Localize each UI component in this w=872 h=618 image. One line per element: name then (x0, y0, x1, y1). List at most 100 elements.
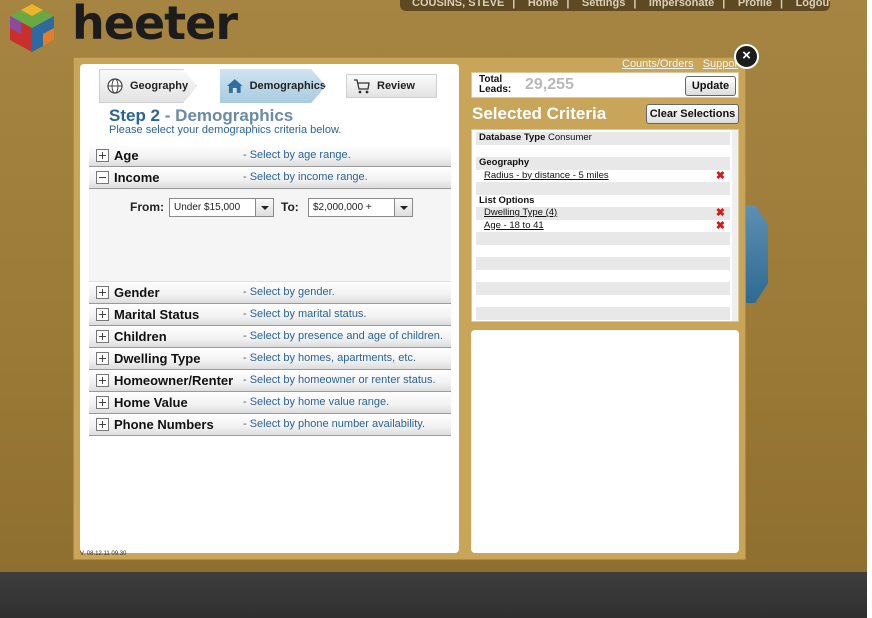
criteria-description: - Select by income range. (243, 171, 368, 183)
nav-separator: | (512, 0, 516, 9)
remove-icon[interactable]: ✖ (716, 207, 725, 219)
nav-user-link[interactable]: COUSINS, STEVE (412, 0, 504, 9)
nav-separator: | (722, 0, 726, 9)
criteria-label: Age (114, 148, 139, 163)
selected-item-geography: Radius - by distance - 5 miles ✖ (476, 169, 730, 182)
selected-criteria-title: Selected Criteria (472, 104, 607, 123)
income-from-value: Under $15,000 (174, 202, 241, 213)
expand-icon[interactable] (96, 308, 109, 321)
nav-separator: | (780, 0, 784, 9)
support-link[interactable]: Suppor (703, 58, 738, 70)
list-options-header-label: List Options (479, 194, 535, 206)
wizard-step-label: Demographics (249, 80, 326, 92)
wizard-step-demographics[interactable]: Demographics (220, 69, 326, 103)
logo-text: heeter (72, 0, 238, 50)
criteria-row-marital-status[interactable]: Marital Status - Select by marital statu… (89, 304, 451, 326)
income-from-select[interactable]: Under $15,000 (169, 198, 274, 217)
criteria-label: Dwelling Type (114, 351, 201, 366)
remove-icon[interactable]: ✖ (716, 170, 725, 182)
selected-item-label[interactable]: Dwelling Type (4) (479, 207, 557, 218)
app-logo[interactable]: heeter (6, 0, 238, 54)
total-leads-count: 29,255 (525, 76, 574, 93)
globe-icon (107, 78, 123, 94)
expand-icon[interactable] (96, 396, 109, 409)
spacer-row (476, 294, 730, 307)
criteria-list: Age - Select by age range. Income - Sele… (89, 145, 451, 436)
collapse-icon[interactable] (96, 171, 109, 184)
criteria-label: Gender (114, 285, 160, 300)
criteria-description: - Select by homes, apartments, etc. (243, 352, 417, 364)
wizard-step-label: Geography (130, 80, 189, 92)
criteria-description: - Select by homeowner or renter status. (243, 374, 436, 386)
criteria-row-homeowner-renter[interactable]: Homeowner/Renter - Select by homeowner o… (89, 370, 451, 392)
criteria-label: Home Value (114, 395, 188, 410)
logo-cube-icon (10, 4, 54, 52)
spacer-row (476, 244, 730, 257)
header-links: Counts/Orders Suppor (622, 58, 738, 70)
cart-icon (354, 79, 370, 94)
criteria-label: Marital Status (114, 307, 200, 322)
spacer-row (476, 257, 730, 270)
top-navigation: COUSINS, STEVE | Home | Settings | Imperson… (400, 0, 830, 11)
selected-item-label[interactable]: Age - 18 to 41 (479, 220, 544, 231)
close-button[interactable]: × (734, 44, 759, 69)
expand-icon[interactable] (96, 330, 109, 343)
criteria-row-dwelling-type[interactable]: Dwelling Type - Select by homes, apartme… (89, 348, 451, 370)
update-button[interactable]: Update (685, 76, 736, 96)
list-options-header: List Options (476, 194, 730, 207)
version-label: V. 08.12.11 09.30 (80, 551, 127, 557)
income-to-value: $2,000,000 + (313, 202, 372, 213)
criteria-row-age[interactable]: Age - Select by age range. (89, 145, 451, 167)
criteria-row-phone-numbers[interactable]: Phone Numbers - Select by phone number a… (89, 414, 451, 436)
criteria-row-income[interactable]: Income - Select by income range. (89, 167, 451, 189)
chevron-down-icon[interactable] (255, 199, 273, 216)
criteria-description: - Select by marital status. (243, 308, 367, 320)
total-leads-label-line2: Leads: (479, 84, 512, 95)
criteria-label: Phone Numbers (114, 417, 214, 432)
criteria-row-gender[interactable]: Gender - Select by gender. (89, 282, 451, 304)
criteria-description: - Select by presence and age of children… (243, 330, 443, 342)
scrollbar[interactable] (732, 130, 738, 321)
spacer-row (476, 182, 730, 195)
nav-home-link[interactable]: Home (528, 0, 559, 9)
step-separator: - (164, 106, 171, 125)
criteria-label: Homeowner/Renter (114, 373, 234, 388)
counts-orders-link[interactable]: Counts/Orders (622, 58, 694, 70)
expand-icon[interactable] (96, 286, 109, 299)
step-number: Step 2 (109, 106, 161, 125)
close-icon: × (742, 47, 751, 64)
income-to-label: To: (281, 200, 299, 214)
nav-settings-link[interactable]: Settings (582, 0, 625, 9)
geography-header-label: Geography (479, 157, 530, 168)
selected-item-dwelling-type: Dwelling Type (4) ✖ (476, 207, 730, 220)
criteria-label: Income (114, 170, 160, 185)
criteria-label: Children (114, 329, 167, 344)
selected-criteria-panel: Database Type Consumer Geography Radius … (471, 129, 739, 322)
database-type-value: Consumer (548, 132, 592, 143)
nav-logout-link[interactable]: Logout (796, 0, 830, 9)
expand-icon[interactable] (96, 374, 109, 387)
wizard-step-review[interactable]: Review (346, 74, 437, 98)
spacer-row (476, 269, 730, 282)
criteria-row-home-value[interactable]: Home Value - Select by home value range. (89, 392, 451, 414)
criteria-description: - Select by gender. (243, 286, 335, 298)
step-name: Demographics (175, 106, 294, 125)
footer-bar (0, 572, 867, 618)
database-type-label: Database Type (479, 132, 546, 143)
selected-item-age: Age - 18 to 41 ✖ (476, 219, 730, 232)
wizard-step-label: Review (377, 80, 415, 92)
nav-impersonate-link[interactable]: Impersonate (649, 0, 714, 9)
wizard-step-geography[interactable]: Geography (99, 69, 197, 103)
remove-icon[interactable]: ✖ (716, 220, 725, 232)
selected-item-label[interactable]: Radius - by distance - 5 miles (479, 170, 609, 181)
database-type-row: Database Type Consumer (476, 132, 730, 145)
criteria-row-children[interactable]: Children - Select by presence and age of… (89, 326, 451, 348)
nav-profile-link[interactable]: Profile (738, 0, 772, 9)
expand-icon[interactable] (96, 352, 109, 365)
expand-icon[interactable] (96, 149, 109, 162)
expand-icon[interactable] (96, 418, 109, 431)
income-to-select[interactable]: $2,000,000 + (308, 198, 413, 217)
income-range-panel: From: Under $15,000 To: $2,000,000 + (89, 189, 451, 282)
clear-selections-button[interactable]: Clear Selections (646, 104, 739, 124)
chevron-down-icon[interactable] (394, 199, 412, 216)
